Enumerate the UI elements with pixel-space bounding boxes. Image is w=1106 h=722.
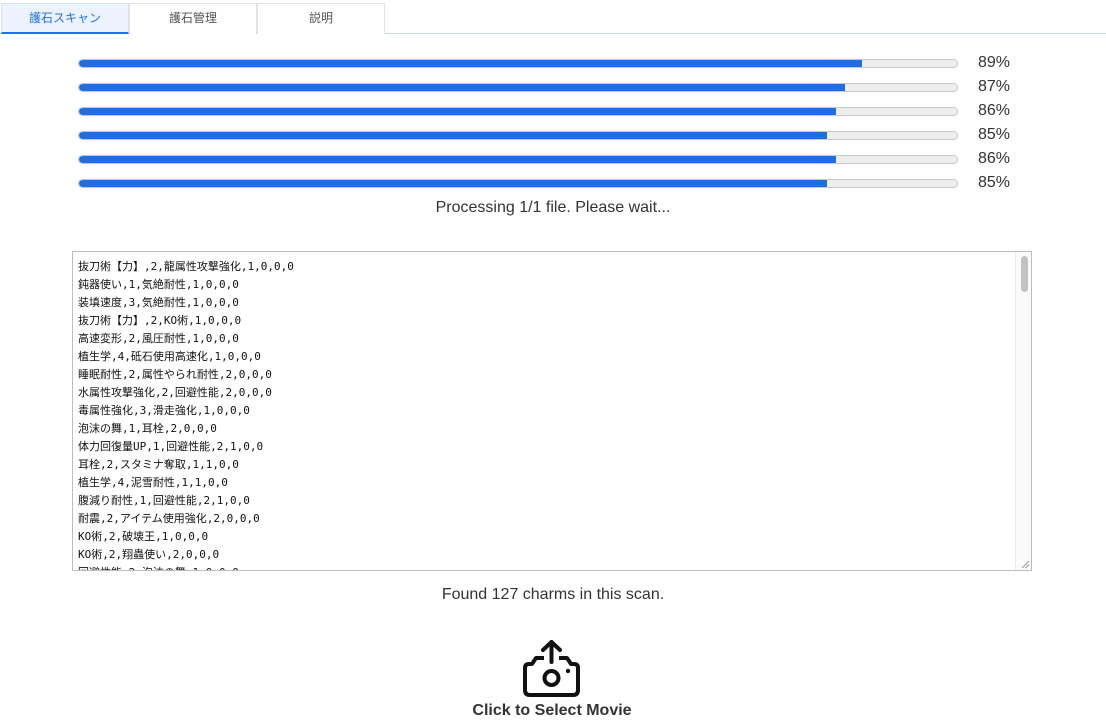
progress-bar-fill bbox=[79, 60, 862, 67]
progress-bar-fill bbox=[79, 132, 827, 139]
scan-results-textarea[interactable]: 抜刀術【力】,2,龍属性攻撃強化,1,0,0,0 鈍器使い,1,気絶耐性,1,0… bbox=[72, 251, 1032, 571]
processing-status: Processing 1/1 file. Please wait... bbox=[435, 199, 671, 216]
progress-percent: 86% bbox=[978, 150, 1011, 167]
charms-found-summary: Found 127 charms in this scan. bbox=[441, 586, 665, 603]
progress-bar-fill bbox=[79, 84, 845, 91]
progress-row: 87% bbox=[78, 78, 1038, 96]
results-scrollbar-thumb[interactable] bbox=[1021, 256, 1028, 292]
progress-row: 86% bbox=[78, 150, 1038, 168]
tab-instructions[interactable]: 説明 bbox=[257, 3, 385, 34]
progress-bar-fill bbox=[79, 180, 827, 187]
progress-bar bbox=[78, 179, 958, 188]
select-movie-label: Click to Select Movie bbox=[472, 702, 632, 719]
progress-row: 89% bbox=[78, 54, 1038, 72]
progress-percent: 85% bbox=[978, 126, 1011, 143]
progress-percent: 89% bbox=[978, 54, 1011, 71]
camera-upload-icon bbox=[523, 640, 580, 697]
progress-bar bbox=[78, 155, 958, 164]
progress-bar-fill bbox=[79, 108, 836, 115]
progress-bar bbox=[78, 83, 958, 92]
progress-bar bbox=[78, 107, 958, 116]
progress-percent: 86% bbox=[978, 102, 1011, 119]
progress-row: 85% bbox=[78, 126, 1038, 144]
scan-results-text: 抜刀術【力】,2,龍属性攻撃強化,1,0,0,0 鈍器使い,1,気絶耐性,1,0… bbox=[78, 260, 294, 570]
tab-bar: 護石スキャン 護石管理 説明 bbox=[0, 0, 1106, 34]
results-scrollbar[interactable] bbox=[1015, 252, 1031, 570]
progress-bar-fill bbox=[79, 156, 836, 163]
progress-row: 85% bbox=[78, 174, 1038, 192]
select-movie-button[interactable]: Click to Select Movie bbox=[461, 640, 643, 722]
progress-bar bbox=[78, 59, 958, 68]
tab-charm-scan[interactable]: 護石スキャン bbox=[1, 3, 129, 34]
tab-charm-management[interactable]: 護石管理 bbox=[129, 3, 257, 34]
progress-percent: 85% bbox=[978, 174, 1011, 191]
progress-bar bbox=[78, 131, 958, 140]
progress-percent: 87% bbox=[978, 78, 1011, 95]
progress-row: 86% bbox=[78, 102, 1038, 120]
resize-grip-icon[interactable] bbox=[1020, 559, 1030, 569]
